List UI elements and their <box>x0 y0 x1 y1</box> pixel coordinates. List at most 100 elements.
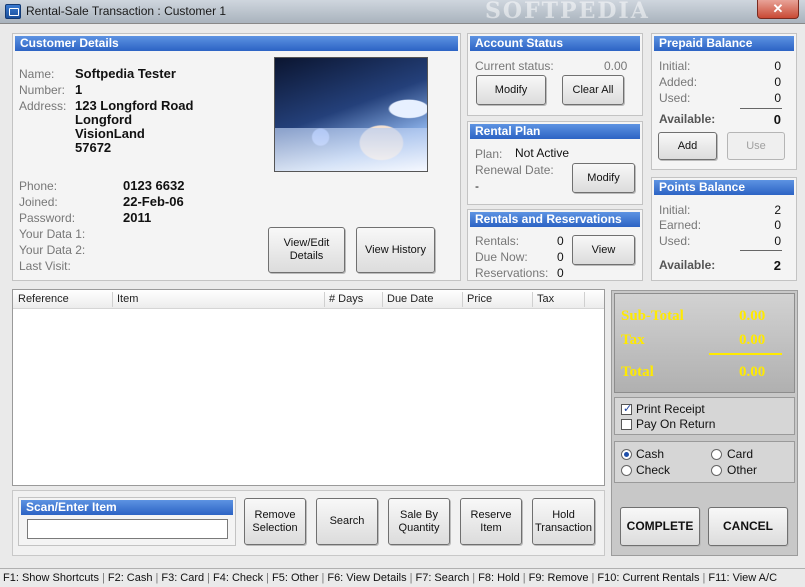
column-reference[interactable]: Reference <box>18 293 69 305</box>
customer-photo <box>274 57 428 172</box>
password-label: Password: <box>19 211 76 225</box>
shortcut-status-bar: F1: Show Shortcuts | F2: Cash | F3: Card | F4:… <box>0 568 805 587</box>
pay-on-return-label: Pay On Return <box>636 417 716 431</box>
prepaid-added-value: 0 <box>774 75 781 89</box>
points-earned-label: Earned: <box>659 218 702 232</box>
scan-header: Scan/Enter Item <box>21 500 233 515</box>
totals-divider <box>709 353 782 355</box>
points-available-label: Available: <box>659 258 716 272</box>
shortcut-hint: F5: Other <box>272 572 319 584</box>
renewal-date-label: Renewal Date: <box>475 163 554 177</box>
shortcut-hint: F2: Cash <box>107 572 153 584</box>
plan-modify-button[interactable]: Modify <box>572 163 635 193</box>
address-line-3: VisionLand <box>75 126 145 141</box>
points-balance-panel: Points Balance Initial: 2 Earned: 0 Used… <box>651 177 797 281</box>
status-separator: | <box>522 572 526 584</box>
rentals-reservations-header: Rentals and Reservations <box>470 212 640 227</box>
points-initial-value: 2 <box>774 203 781 217</box>
reserve-item-button[interactable]: Reserve Item <box>460 498 522 545</box>
status-separator: | <box>702 572 706 584</box>
shortcut-hint: F7: Search <box>415 572 470 584</box>
print-receipt-label: Print Receipt <box>636 402 705 416</box>
address-label: Address: <box>19 99 67 113</box>
grid-header: Reference Item # Days Due Date Price Tax <box>13 290 604 309</box>
pay-on-return-checkbox[interactable] <box>621 419 632 430</box>
customer-joined: 22-Feb-06 <box>123 194 184 209</box>
prepaid-initial-label: Initial: <box>659 59 691 73</box>
status-separator: | <box>207 572 211 584</box>
receipt-options: Print Receipt Pay On Return <box>614 397 795 435</box>
app-icon <box>5 4 21 19</box>
totals-display: Sub-Total 0.00 Tax 0.00 Total 0.00 <box>614 293 795 393</box>
prepaid-use-button[interactable]: Use <box>727 132 785 160</box>
shortcut-hint: F9: Remove <box>528 572 589 584</box>
cancel-button[interactable]: CANCEL <box>708 507 788 546</box>
account-modify-button[interactable]: Modify <box>476 75 546 105</box>
address-line-1: 123 Longford Road <box>75 98 194 113</box>
shortcut-hint: F8: Hold <box>478 572 520 584</box>
rentals-label: Rentals: <box>475 234 520 248</box>
remove-selection-button[interactable]: Remove Selection <box>244 498 306 545</box>
totals-panel: Sub-Total 0.00 Tax 0.00 Total 0.00 Print… <box>611 290 798 556</box>
subtotal-value: 0.00 <box>739 308 766 324</box>
complete-button[interactable]: COMPLETE <box>620 507 700 546</box>
column-item[interactable]: Item <box>117 293 138 305</box>
customer-details-panel: Customer Details Name: Softpedia Tester … <box>12 33 461 281</box>
shortcut-hint: F11: View A/C <box>708 572 778 584</box>
search-button[interactable]: Search <box>316 498 378 545</box>
payment-other-label: Other <box>727 463 758 477</box>
payment-check-radio[interactable] <box>621 465 632 476</box>
prepaid-add-button[interactable]: Add <box>658 132 717 160</box>
shortcut-hint: F1: Show Shortcuts <box>3 572 99 584</box>
last-visit-label: Last Visit: <box>19 259 71 273</box>
window-title: Rental-Sale Transaction : Customer 1 <box>26 4 227 18</box>
scan-item-input[interactable] <box>27 519 228 539</box>
tax-label: Tax <box>621 332 645 348</box>
points-earned-value: 0 <box>774 218 781 232</box>
renewal-date-value: - <box>475 179 479 193</box>
status-separator: | <box>102 572 105 584</box>
subtotal-label: Sub-Total <box>621 308 684 324</box>
sale-by-quantity-button[interactable]: Sale By Quantity <box>388 498 450 545</box>
points-divider <box>740 250 782 251</box>
due-now-label: Due Now: <box>475 250 528 264</box>
account-status-panel: Account Status Current status: 0.00 Modi… <box>467 33 643 116</box>
items-grid[interactable]: Reference Item # Days Due Date Price Tax <box>12 289 605 486</box>
payment-cash-radio[interactable] <box>621 449 632 460</box>
total-value: 0.00 <box>739 364 766 380</box>
prepaid-initial-value: 0 <box>774 59 781 73</box>
shortcut-hint: F10: Current Rentals <box>597 572 700 584</box>
total-label: Total <box>621 364 654 380</box>
customer-phone: 0123 6632 <box>123 178 185 193</box>
payment-card-radio[interactable] <box>711 449 722 460</box>
payment-method-group: Cash Card Check Other <box>614 441 795 483</box>
account-status-header: Account Status <box>470 36 640 51</box>
name-label: Name: <box>19 67 55 81</box>
column-price[interactable]: Price <box>467 293 492 305</box>
status-separator: | <box>409 572 413 584</box>
view-history-button[interactable]: View History <box>356 227 435 273</box>
customer-details-header: Customer Details <box>15 36 458 51</box>
rental-plan-header: Rental Plan <box>470 124 640 139</box>
print-receipt-checkbox[interactable] <box>621 402 632 415</box>
close-button[interactable]: ✕ <box>757 0 799 19</box>
status-separator: | <box>155 572 159 584</box>
view-edit-details-button[interactable]: View/Edit Details <box>268 227 345 273</box>
status-separator: | <box>321 572 325 584</box>
payment-other-radio[interactable] <box>711 465 722 476</box>
status-separator: | <box>472 572 476 584</box>
column-days[interactable]: # Days <box>329 293 363 305</box>
column-tax[interactable]: Tax <box>537 293 554 305</box>
payment-check-label: Check <box>636 463 671 477</box>
clear-all-button[interactable]: Clear All <box>562 75 624 105</box>
plan-value: Not Active <box>515 146 570 160</box>
prepaid-used-label: Used: <box>659 91 691 105</box>
rentals-view-button[interactable]: View <box>572 235 635 265</box>
plan-label: Plan: <box>475 147 503 161</box>
points-balance-header: Points Balance <box>654 180 794 195</box>
rentals-value: 0 <box>557 234 564 248</box>
points-used-value: 0 <box>774 234 781 248</box>
tax-value: 0.00 <box>739 332 766 348</box>
column-due-date[interactable]: Due Date <box>387 293 433 305</box>
hold-transaction-button[interactable]: Hold Transaction <box>532 498 595 545</box>
